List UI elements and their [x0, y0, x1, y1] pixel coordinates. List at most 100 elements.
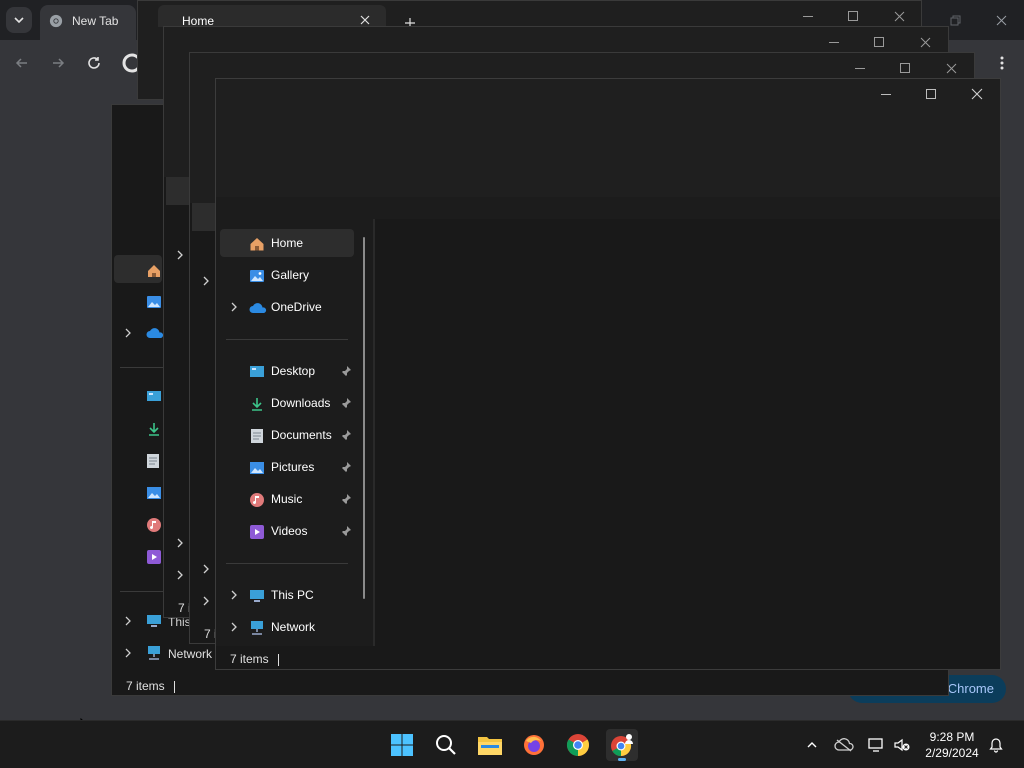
nav-separator: [120, 367, 164, 368]
chevron-right-icon[interactable]: [122, 647, 134, 659]
gallery-icon: [250, 270, 264, 282]
system-clock[interactable]: 9:28 PM 2/29/2024: [916, 729, 988, 761]
document-icon: [147, 454, 159, 468]
pane-splitter[interactable]: [373, 219, 375, 646]
network-icon: [251, 621, 263, 635]
search-icon: [436, 735, 456, 755]
folder-icon: [478, 737, 502, 755]
minimize-icon: [881, 93, 891, 95]
forward-button[interactable]: [46, 51, 70, 75]
explorer-window-front: Home Gallery OneDrive Desktop Downloads …: [215, 78, 1001, 670]
start-button[interactable]: [386, 729, 418, 761]
close-icon: [971, 88, 983, 100]
pin-icon[interactable]: [340, 429, 352, 441]
chevron-right-icon[interactable]: [228, 589, 240, 601]
nav-item-this-pc[interactable]: This PC: [220, 581, 354, 609]
firefox-button[interactable]: [518, 729, 550, 761]
network-label: Network: [168, 647, 213, 661]
chrome-tab-new-tab[interactable]: New Tab: [40, 5, 136, 40]
chevron-up-icon: [807, 742, 817, 748]
nav-item-home-selected[interactable]: [192, 203, 216, 231]
nav-pane-scrollbar[interactable]: [363, 237, 365, 599]
onedrive-offline-icon: [834, 738, 854, 752]
nav-separator: [120, 591, 164, 592]
music-icon: [147, 518, 161, 532]
nav-item-pictures[interactable]: Pictures: [220, 453, 354, 481]
file-explorer-button[interactable]: [474, 729, 506, 761]
maximize-button[interactable]: [911, 81, 951, 107]
speaker-muted-icon: [894, 738, 910, 752]
volume-tray-button[interactable]: [892, 735, 912, 755]
status-divider: [174, 681, 175, 693]
minimize-icon: [803, 15, 813, 17]
network-tray-button[interactable]: [866, 735, 886, 755]
chevron-right-icon[interactable]: [122, 327, 134, 339]
windows-logo-icon: [391, 734, 413, 756]
nav-item-network[interactable]: Network: [220, 613, 354, 641]
network-monitor-icon: [868, 738, 883, 752]
nav-item-desktop[interactable]: Desktop: [220, 357, 354, 385]
close-icon: [894, 11, 904, 21]
navigation-pane: Home Gallery OneDrive Desktop Downloads …: [216, 219, 374, 646]
close-button[interactable]: [957, 81, 997, 107]
back-button[interactable]: [10, 51, 34, 75]
pin-icon[interactable]: [340, 461, 352, 473]
chevron-right-icon[interactable]: [174, 537, 186, 549]
search-button[interactable]: [430, 729, 462, 761]
desktop-icon: [250, 366, 264, 377]
nav-item-gallery[interactable]: Gallery: [220, 261, 354, 289]
nav-item-videos[interactable]: Videos: [220, 517, 354, 545]
chrome-tab-title: New Tab: [72, 14, 119, 28]
onedrive-tray-button[interactable]: [834, 735, 854, 755]
chevron-right-icon[interactable]: [228, 621, 240, 633]
nav-separator: [226, 563, 348, 564]
chevron-right-icon[interactable]: [174, 569, 186, 581]
chevron-right-icon[interactable]: [174, 249, 186, 261]
notifications-button[interactable]: [986, 735, 1006, 755]
reload-button[interactable]: [82, 51, 106, 75]
taskbar: 9:28 PM 2/29/2024: [0, 720, 1024, 768]
nav-item-downloads[interactable]: Downloads: [220, 389, 354, 417]
chevron-right-icon[interactable]: [122, 615, 134, 627]
nav-item-onedrive[interactable]: OneDrive: [220, 293, 354, 321]
restore-icon: [950, 15, 960, 25]
pin-icon[interactable]: [340, 365, 352, 377]
show-hidden-icons-button[interactable]: [802, 735, 822, 755]
reload-icon: [88, 57, 100, 69]
videos-icon: [250, 525, 264, 539]
pin-icon[interactable]: [340, 397, 352, 409]
nav-item-label: Desktop: [271, 364, 316, 378]
chrome-favicon-icon: [49, 14, 63, 28]
status-item-count: 7 items: [126, 679, 165, 693]
explorer-header-band: [216, 197, 1000, 219]
videos-icon: [147, 550, 161, 564]
chrome-menu-button[interactable]: [990, 51, 1014, 75]
chrome-icon: [567, 734, 589, 756]
explorer-tab-home[interactable]: Home: [158, 5, 386, 28]
nav-item-label: Music: [271, 492, 303, 506]
minimize-button[interactable]: [866, 81, 906, 107]
nav-item-label: Pictures: [271, 460, 315, 474]
nav-item-music[interactable]: Music: [220, 485, 354, 513]
nav-item-label: This PC: [271, 588, 314, 602]
nav-item-documents[interactable]: Documents: [220, 421, 354, 449]
nav-item-home-selected[interactable]: [166, 177, 190, 205]
close-icon: [996, 15, 1006, 25]
close-icon[interactable]: [360, 15, 370, 25]
chrome-close-button[interactable]: [989, 10, 1013, 30]
chevron-right-icon[interactable]: [200, 595, 212, 607]
desktop-icon: [147, 391, 161, 401]
chevron-right-icon[interactable]: [228, 301, 240, 313]
chevron-right-icon[interactable]: [200, 275, 212, 287]
chrome-button[interactable]: [562, 729, 594, 761]
pin-icon[interactable]: [340, 493, 352, 505]
nav-item-home[interactable]: Home: [220, 229, 354, 257]
close-icon: [920, 37, 930, 47]
nav-item-label: Videos: [271, 524, 308, 538]
firefox-icon: [524, 735, 544, 755]
chevron-right-icon[interactable]: [200, 563, 212, 575]
clock-date: 2/29/2024: [925, 746, 979, 760]
chrome-profile-button[interactable]: [606, 729, 638, 761]
pin-icon[interactable]: [340, 525, 352, 537]
tab-search-button[interactable]: [6, 7, 32, 33]
